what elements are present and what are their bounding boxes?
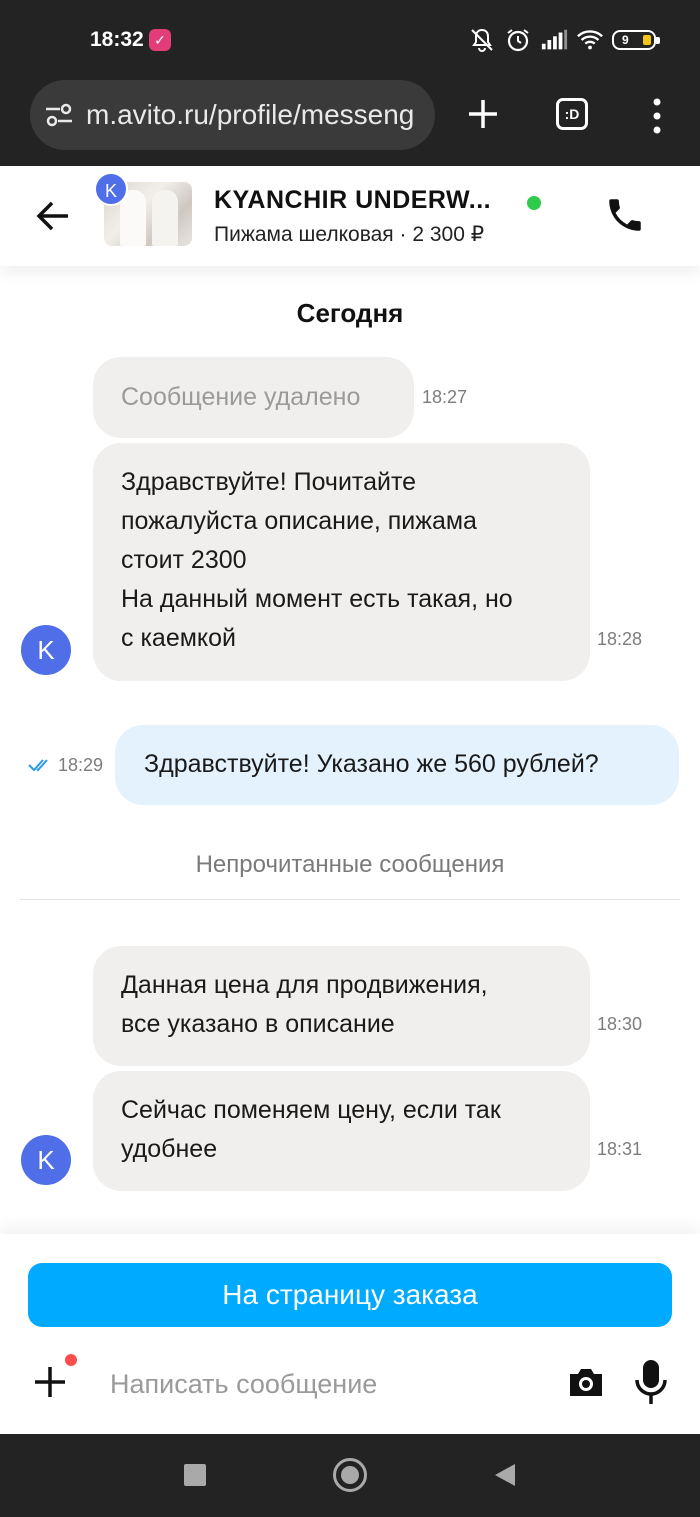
browser-toolbar: m.avito.ru/profile/messeng :D — [0, 80, 700, 166]
muted-bell-icon — [468, 26, 496, 54]
message-line: На данный момент есть такая, но — [121, 585, 513, 613]
online-status-indicator — [527, 196, 541, 210]
message-line: Сейчас поменяем цену, если так — [121, 1096, 501, 1124]
message-time: 18:29 — [58, 755, 104, 775]
message-time: 18:27 — [422, 387, 468, 407]
site-settings-icon[interactable] — [44, 101, 74, 129]
battery-level: 9 — [622, 33, 629, 47]
address-bar[interactable]: m.avito.ru/profile/messeng — [30, 80, 435, 150]
alarm-icon — [504, 26, 532, 54]
message-bubble[interactable]: Данная цена для продвижения, все указано… — [93, 946, 590, 1066]
message-line: пожалуйста описание, пижама — [121, 507, 477, 535]
battery-indicator: 9 — [612, 30, 660, 50]
seller-avatar[interactable]: K — [21, 1135, 71, 1185]
message-bubble[interactable]: Здравствуйте! Почитайте пожалуйста описа… — [93, 443, 590, 681]
camera-icon[interactable] — [566, 1362, 606, 1402]
status-bar: 18:32 ✓ 9 — [0, 0, 700, 80]
attach-badge-dot — [65, 1354, 77, 1366]
double-check-icon — [28, 757, 54, 773]
message-input[interactable] — [110, 1364, 530, 1404]
composer-area: На страницу заказа — [0, 1234, 700, 1434]
message-line: все указано в описание — [121, 1010, 395, 1038]
seller-avatar[interactable]: K — [21, 625, 71, 675]
order-page-button[interactable]: На страницу заказа — [28, 1263, 672, 1327]
message-line: стоит 2300 — [121, 546, 247, 574]
wifi-icon — [576, 26, 604, 54]
phone-icon[interactable] — [604, 194, 646, 236]
message-time: 18:28 — [597, 629, 643, 649]
message-text: Сообщение удалено — [121, 383, 361, 411]
message-bubble[interactable]: Сейчас поменяем цену, если так удобнее — [93, 1071, 590, 1191]
message-time: 18:31 — [597, 1139, 643, 1159]
url-text[interactable]: m.avito.ru/profile/messeng — [86, 99, 424, 131]
notification-app-icon: ✓ — [149, 29, 171, 51]
unread-separator-label: Непрочитанные сообщения — [195, 851, 505, 878]
system-nav-bar — [0, 1434, 700, 1517]
seller-avatar-small: K — [94, 172, 128, 206]
menu-icon[interactable] — [645, 96, 669, 136]
microphone-icon[interactable] — [632, 1358, 670, 1406]
chat-header: K KYANCHIR UNDERW... Пижама шелковая · 2… — [0, 166, 700, 266]
day-separator: Сегодня — [296, 298, 404, 328]
message-bubble-deleted[interactable]: Сообщение удалено — [93, 357, 414, 438]
tabs-icon[interactable]: :D — [556, 98, 588, 130]
new-tab-icon[interactable] — [463, 94, 503, 134]
message-line: удобнее — [121, 1135, 218, 1163]
home-icon[interactable] — [333, 1458, 367, 1492]
seller-name[interactable]: KYANCHIR UNDERW... — [214, 186, 491, 215]
status-icons: 9 — [468, 26, 660, 54]
back-arrow-icon[interactable] — [34, 196, 74, 236]
message-line: Данная цена для продвижения, — [121, 971, 488, 999]
status-time: 18:32 — [90, 28, 144, 51]
system-back-icon[interactable] — [493, 1462, 517, 1488]
item-subtitle[interactable]: Пижама шелковая · 2 300 ₽ — [214, 222, 484, 247]
message-line: с каемкой — [121, 624, 237, 652]
signal-icon — [540, 26, 568, 54]
plus-icon[interactable] — [30, 1362, 70, 1402]
recents-icon[interactable] — [184, 1464, 206, 1486]
message-line: Здравствуйте! Почитайте — [121, 468, 417, 496]
message-bubble-outgoing[interactable]: Здравствуйте! Указано же 560 рублей? — [115, 725, 679, 805]
message-time: 18:30 — [597, 1014, 643, 1034]
message-text: Здравствуйте! Указано же 560 рублей? — [144, 750, 599, 778]
unread-separator-line — [20, 899, 680, 900]
